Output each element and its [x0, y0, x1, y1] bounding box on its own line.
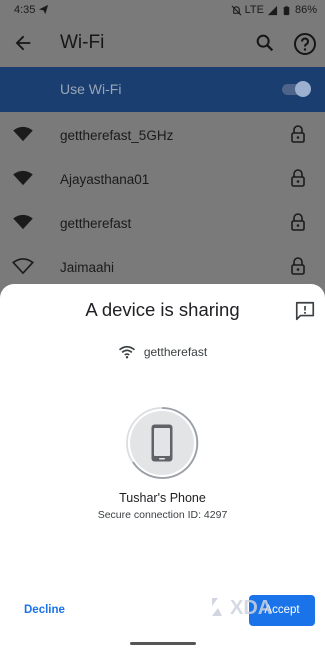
- lock-icon: [291, 125, 305, 143]
- help-icon[interactable]: [293, 32, 317, 56]
- sheet-title: A device is sharing: [85, 299, 240, 320]
- wifi-signal-icon: [13, 170, 33, 186]
- feedback-icon[interactable]: [294, 300, 316, 322]
- toggle-knob: [295, 81, 311, 97]
- search-icon[interactable]: [254, 32, 276, 54]
- lock-icon: [291, 257, 305, 275]
- status-bar: 4:35 LTE 86%: [0, 0, 325, 22]
- wifi-signal-icon: [12, 258, 34, 274]
- network-list: gettherefast_5GHz Ajayasthana01 getthere: [0, 112, 325, 288]
- app-bar: Wi-Fi: [0, 22, 325, 66]
- xda-watermark-icon: XDA: [212, 597, 272, 619]
- use-wifi-row[interactable]: Use Wi-Fi: [0, 67, 325, 112]
- device-avatar: [125, 406, 199, 480]
- lock-icon: [291, 213, 305, 231]
- dnd-off-icon: [231, 5, 242, 15]
- wifi-signal-icon: [13, 214, 33, 230]
- decline-button[interactable]: Decline: [20, 602, 69, 618]
- svg-text:XDA: XDA: [230, 597, 272, 619]
- shared-network: gettherefast: [0, 342, 325, 362]
- network-name: Jaimaahi: [60, 260, 115, 275]
- status-indicators: LTE 86%: [231, 4, 317, 16]
- back-arrow-icon[interactable]: [12, 32, 34, 54]
- wifi-toggle[interactable]: [282, 81, 311, 97]
- use-wifi-label: Use Wi-Fi: [60, 81, 122, 97]
- network-name: gettherefast_5GHz: [60, 128, 174, 143]
- lock-icon: [291, 169, 305, 187]
- network-row[interactable]: gettherefast: [0, 200, 325, 244]
- signal-icon: [267, 5, 278, 15]
- status-time: 4:35: [14, 4, 36, 16]
- battery-icon: [283, 5, 290, 15]
- phone-icon: [151, 424, 173, 462]
- gesture-nav-handle[interactable]: [130, 642, 196, 645]
- network-name: Ajayasthana01: [60, 172, 150, 187]
- device-name: Tushar's Phone: [119, 491, 206, 505]
- telegram-icon: [38, 4, 49, 15]
- network-row[interactable]: Ajayasthana01: [0, 156, 325, 200]
- network-row[interactable]: Jaimaahi: [0, 244, 325, 288]
- device-sharing-sheet: A device is sharing gettherefast Tushar'…: [0, 284, 325, 650]
- network-name: gettherefast: [60, 216, 132, 231]
- shared-network-name: gettherefast: [143, 345, 208, 359]
- network-type: LTE: [244, 4, 264, 16]
- wifi-signal-icon: [13, 126, 33, 142]
- page-title: Wi-Fi: [60, 32, 105, 53]
- battery-percent: 86%: [294, 4, 317, 16]
- wifi-icon: [118, 345, 135, 359]
- network-row[interactable]: gettherefast_5GHz: [0, 112, 325, 156]
- connection-id: Secure connection ID: 4297: [97, 509, 228, 521]
